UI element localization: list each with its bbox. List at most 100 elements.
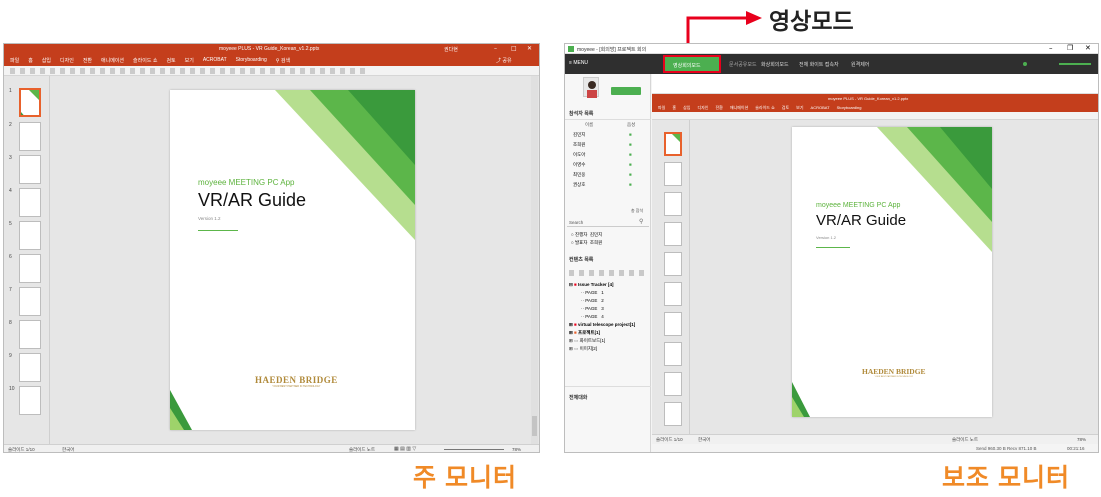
shared-thumbnail-pane	[652, 120, 690, 434]
slide-thumbnail[interactable]	[19, 320, 41, 349]
participant-count: 총 참석	[631, 208, 644, 213]
slide-thumbnail[interactable]	[19, 353, 41, 382]
toolbar-icons[interactable]	[10, 68, 370, 74]
sub-minimize-icon[interactable]: –	[1049, 44, 1053, 52]
slide-thumbnail[interactable]	[664, 222, 682, 246]
tree-item[interactable]: ·· PAGE 1	[569, 290, 651, 298]
tree-item[interactable]: ⊞ ■ virtual telescope project[1]	[569, 322, 651, 330]
main-vertical-scrollbar[interactable]	[531, 76, 538, 444]
slide-thumbnail[interactable]	[19, 88, 41, 117]
maximize-icon[interactable]: □	[511, 45, 517, 52]
shared-slide-version: Version 1.2	[816, 235, 837, 240]
ribbon-tab[interactable]: 보기	[185, 57, 194, 64]
list-item[interactable]: 권상호 ■	[569, 182, 649, 192]
ribbon-tab[interactable]: ACROBAT	[203, 57, 227, 64]
ribbon-tab[interactable]: Storyboarding	[236, 57, 267, 64]
slide-thumbnail[interactable]	[664, 132, 682, 156]
list-item[interactable]: 이영수 ■	[569, 162, 649, 172]
shared-address-bar	[652, 74, 1098, 94]
tree-item[interactable]: ·· PAGE 4	[569, 314, 651, 322]
slide-thumbnail[interactable]	[664, 312, 682, 336]
slide-thumbnail[interactable]	[664, 372, 682, 396]
slide-thumbnail[interactable]	[19, 254, 41, 283]
traffic-status: Send 960.30 B Recv 871.10 B	[976, 446, 1037, 451]
ribbon-tab[interactable]: 홈	[28, 57, 33, 64]
main-status-bar: 슬라이드 1/10 한국어 슬라이드 노트 ▦ ▤ ▥ ▽ 78%	[4, 444, 539, 452]
tree-item[interactable]: ⊞ ▭ 화이트보드[1]	[569, 338, 651, 346]
list-item[interactable]: 이도아 ■	[569, 152, 649, 162]
camera-button[interactable]	[611, 87, 641, 95]
tree-item[interactable]: ·· PAGE 2	[569, 298, 651, 306]
tree-item[interactable]: ⊞ ■ 프로젝트[1]	[569, 330, 651, 338]
participants-col-name: 이름	[585, 122, 594, 127]
slide-thumbnail[interactable]	[664, 252, 682, 276]
view-buttons[interactable]: ▦ ▤ ▥ ▽	[394, 446, 416, 452]
minimize-icon[interactable]: –	[494, 45, 497, 52]
ribbon-tab[interactable]: 디자인	[60, 57, 74, 64]
ribbon-tab[interactable]: 슬라이드 쇼	[133, 57, 157, 64]
shared-slide-title: VR/AR Guide	[816, 212, 907, 229]
shared-status-bar: 슬라이드 1/10 한국어 슬라이드 노트 78%	[652, 434, 1098, 444]
sub-sidebar: 참석자 목록 이름 음성 김민지 ■ 조희원 ■ 이도아 ■ 이영수 ■ 최민웅	[565, 74, 651, 452]
participant-status-icon: ■	[629, 142, 632, 147]
shared-screen: moyeee PLUS - VR Guide_Korean_v1.2.pptx …	[652, 74, 1098, 444]
shared-slide-logo: HAEDEN BRIDGE YOUR BEST PARTNER IN TECHN…	[862, 367, 926, 378]
participant-list: 김민지 ■ 조희원 ■ 이도아 ■ 이영수 ■ 최민웅 ■ 권상호 ■	[569, 132, 649, 192]
participant-status-icon: ■	[629, 162, 632, 167]
search-icon[interactable]: ⚲	[639, 218, 643, 225]
search-box[interactable]: Search ⚲	[567, 218, 649, 227]
slide-thumbnail[interactable]	[664, 282, 682, 306]
slide-divider	[198, 230, 238, 231]
slide-thumbnail[interactable]	[19, 287, 41, 316]
slide-thumbnail[interactable]	[19, 221, 41, 250]
slide-thumbnail[interactable]	[19, 155, 41, 184]
menu-button[interactable]: ≡ MENU	[569, 60, 588, 66]
slide-thumbnail[interactable]	[664, 162, 682, 186]
sub-close-icon[interactable]: ✕	[1085, 44, 1091, 52]
tab-conference-mode[interactable]: 화상회의모드	[761, 61, 789, 68]
slide-thumbnail[interactable]	[664, 192, 682, 216]
tree-item[interactable]: ⊟ ■ Issue Tracker [4]	[569, 282, 651, 290]
main-monitor-window: moyeee PLUS - VR Guide_Korean_v1.2.pptx …	[3, 43, 540, 453]
meeting-timer: 00:21:16	[1067, 446, 1085, 451]
tell-me-search[interactable]: ⚲ 검색	[276, 57, 290, 64]
zoom-slider[interactable]	[444, 449, 504, 450]
participant-name: 조희원	[573, 142, 586, 147]
list-item[interactable]: 김민지 ■	[569, 132, 649, 142]
slide-thumbnail[interactable]	[19, 122, 41, 151]
share-button[interactable]: ⤴ 공유	[496, 57, 512, 64]
sub-title-bar: moyeee - [회의방] 프로젝트 회의 – ❐ ✕	[565, 44, 1098, 54]
mic-indicator[interactable]	[1023, 62, 1027, 66]
close-icon[interactable]: ✕	[527, 45, 532, 52]
slide-thumbnail[interactable]	[664, 342, 682, 366]
notes-button[interactable]: 슬라이드 노트	[349, 447, 375, 452]
ribbon-tab[interactable]: 검토	[166, 57, 175, 64]
list-item[interactable]: 최민웅 ■	[569, 172, 649, 182]
ribbon-tab[interactable]: 삽입	[42, 57, 51, 64]
main-ribbon: 파일 홈 삽입 디자인 전환 애니메이션 슬라이드 쇼 검토 보기 ACROBA…	[4, 54, 539, 66]
tab-all-white[interactable]: 전체 화이트 접속자	[799, 61, 839, 68]
slide-thumbnail[interactable]	[19, 386, 41, 415]
slide-thumbnail[interactable]	[19, 188, 41, 217]
participants-header: 참석자 목록	[569, 111, 594, 117]
participant-status-icon: ■	[629, 132, 632, 137]
tab-video-mode[interactable]: 영상회의모드	[663, 55, 721, 73]
tree-item[interactable]: ⊞ ▭ 이미지[2]	[569, 346, 651, 354]
list-item[interactable]: 조희원 ■	[569, 142, 649, 152]
tab-remote-control[interactable]: 원격제어	[851, 61, 869, 68]
contents-toolbar[interactable]	[569, 270, 647, 276]
slide-thumbnail[interactable]	[664, 402, 682, 426]
tree-item[interactable]: ·· PAGE 3	[569, 306, 651, 314]
participant-name: 이영수	[573, 162, 586, 167]
zoom-level: 78%	[512, 447, 522, 452]
chat-header: 전체대화	[569, 395, 588, 401]
main-user-name[interactable]: 권다현	[444, 46, 458, 53]
main-slide: moyeee MEETING PC App VR/AR Guide Versio…	[170, 90, 415, 430]
ribbon-tab[interactable]: 애니메이션	[101, 57, 124, 64]
ribbon-tab[interactable]: 파일	[10, 57, 19, 64]
ribbon-tab[interactable]: 전환	[83, 57, 92, 64]
shared-ribbon: 파일 홈 삽입 디자인 전환 애니메이션 슬라이드 쇼 검토 보기 ACROBA…	[652, 102, 1098, 112]
sub-restore-icon[interactable]: ❐	[1067, 44, 1073, 52]
tab-document-mode[interactable]: 문서공유모드	[729, 61, 757, 68]
volume-slider[interactable]	[1059, 63, 1091, 65]
